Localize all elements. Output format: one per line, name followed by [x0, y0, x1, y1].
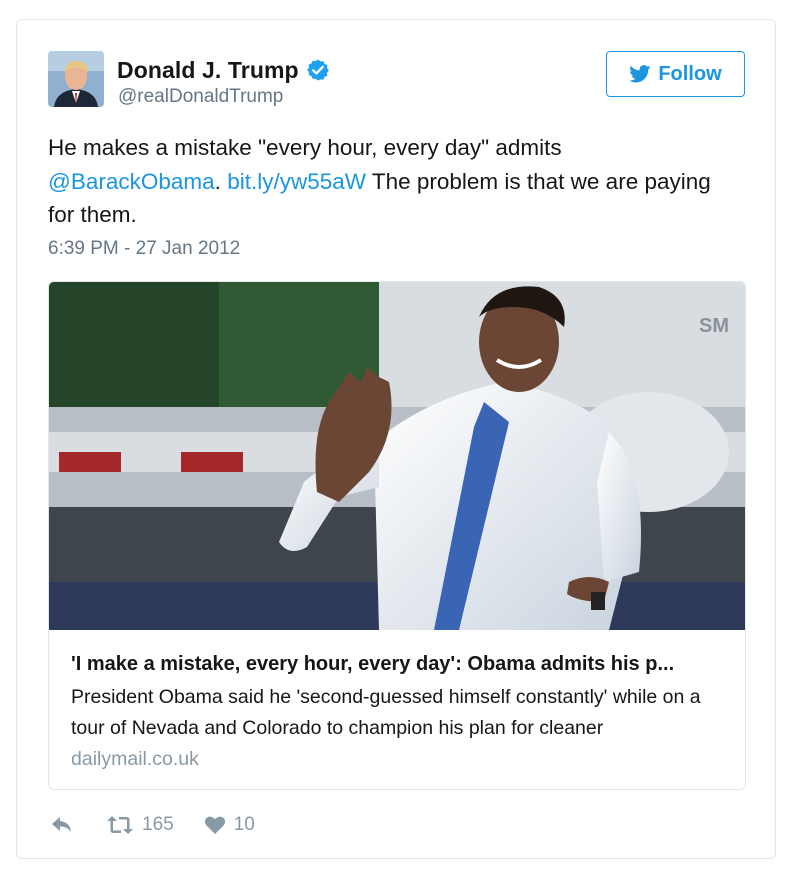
retweet-icon — [107, 816, 133, 834]
link-card[interactable]: SM 'I make a mistake, every hour, every … — [48, 281, 746, 790]
tweet-actions: 165 10 — [50, 813, 255, 837]
reply-button[interactable] — [50, 815, 74, 835]
link-card-description: President Obama said he 'second-guessed … — [71, 686, 701, 739]
retweet-button[interactable]: 165 — [106, 814, 174, 836]
screen-name[interactable]: @realDonaldTrump — [118, 86, 283, 108]
like-count: 10 — [233, 814, 255, 835]
link-card-title: 'I make a mistake, every hour, every day… — [71, 653, 675, 675]
avatar[interactable] — [48, 51, 104, 107]
display-name[interactable]: Donald J. Trump — [117, 57, 299, 84]
like-button[interactable]: 10 — [204, 814, 255, 836]
tweet-text-part: . — [214, 168, 221, 194]
tweet-text: He makes a mistake "every hour, every da… — [48, 131, 738, 232]
retweet-count: 165 — [142, 814, 174, 835]
verified-badge-icon — [306, 59, 329, 81]
follow-button[interactable]: Follow — [606, 51, 745, 97]
link-card-image[interactable]: SM — [49, 282, 745, 630]
display-name-row: Donald J. Trump — [117, 56, 330, 84]
link-card-body: 'I make a mistake, every hour, every day… — [71, 650, 731, 771]
follow-label: Follow — [658, 62, 722, 85]
timestamp[interactable]: 6:39 PM - 27 Jan 2012 — [48, 238, 240, 260]
reply-icon — [52, 817, 71, 832]
svg-text:SM: SM — [699, 315, 729, 337]
url-link[interactable]: bit.ly/yw55aW — [227, 169, 366, 194]
link-card-domain: dailymail.co.uk — [71, 748, 199, 770]
tweet-text-part: He makes a mistake "every hour, every da… — [48, 135, 562, 160]
heart-icon — [204, 816, 225, 834]
tweet-card: Donald J. Trump @realDonaldTrump Follow … — [16, 19, 776, 859]
mention-link[interactable]: @BarackObama — [48, 169, 215, 194]
twitter-bird-icon — [629, 65, 651, 83]
